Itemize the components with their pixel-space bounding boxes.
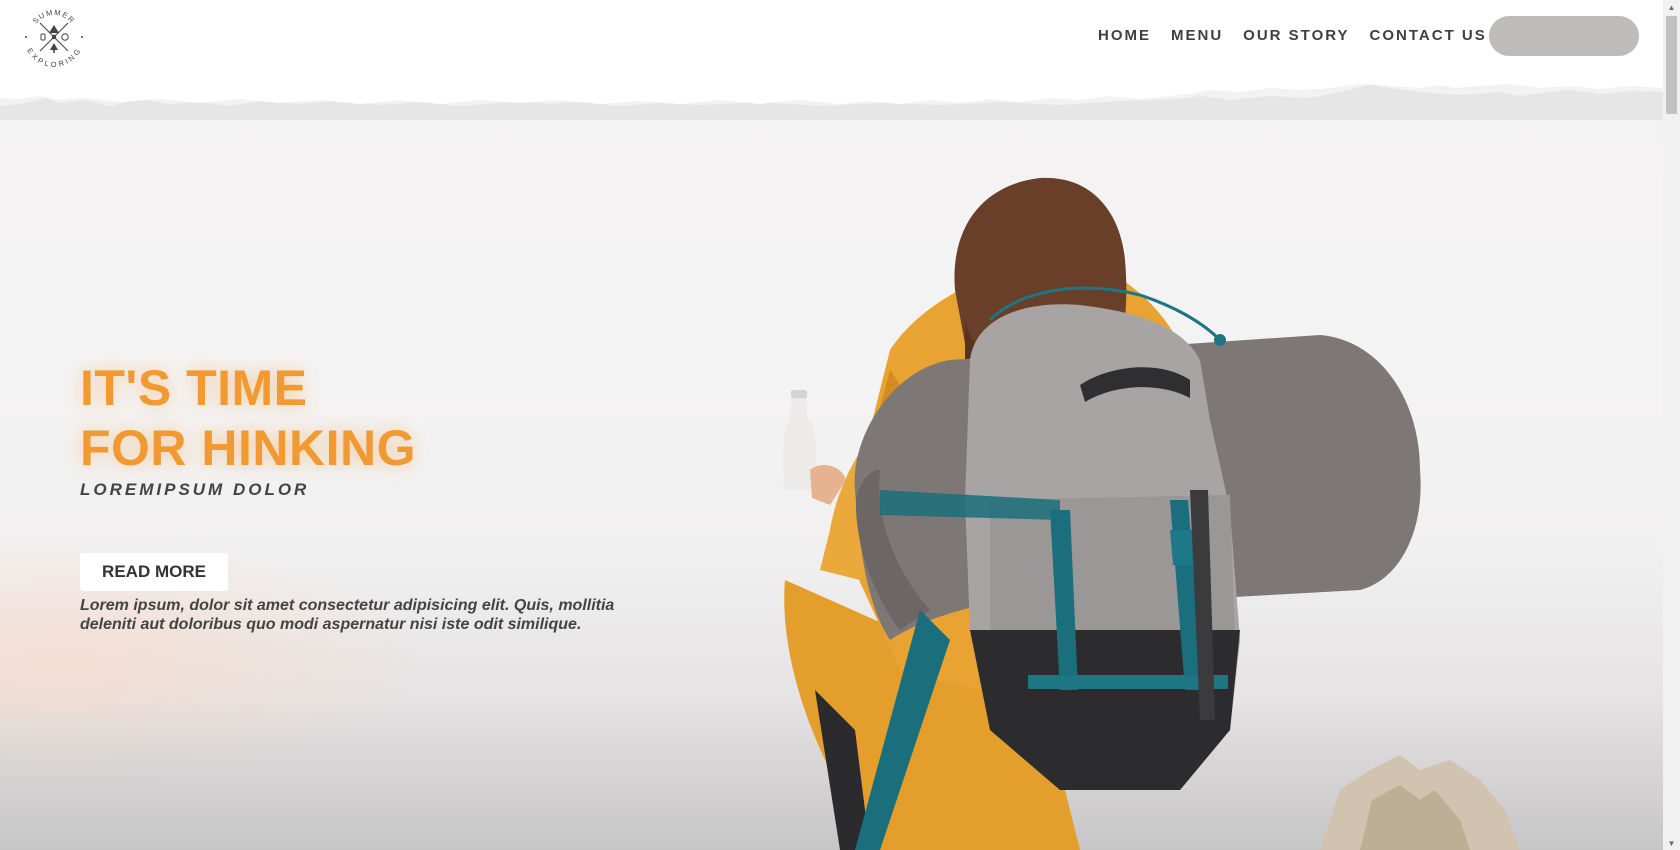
svg-text:SUMMER: SUMMER: [31, 8, 77, 26]
hero-headline-line-1: IT'S TIME: [80, 360, 308, 416]
main-nav: HOME MENU OUR STORY CONTACT US: [1098, 27, 1487, 44]
nav-menu[interactable]: MENU: [1171, 27, 1223, 44]
nav-contact-us[interactable]: CONTACT US: [1370, 27, 1487, 44]
arrow-up-icon[interactable]: ▲: [1663, 0, 1680, 14]
hero-description: Lorem ipsum, dolor sit amet consectetur …: [80, 597, 615, 633]
summer-exploring-badge-icon[interactable]: SUMMER EXPLORING: [22, 5, 86, 69]
nav-pill-button[interactable]: [1489, 16, 1639, 56]
header-torn-edge: [0, 0, 1663, 120]
scrollbar-thumb[interactable]: [1666, 16, 1677, 114]
nav-our-story[interactable]: OUR STORY: [1243, 27, 1349, 44]
logo-text-top: SUMMER: [31, 8, 76, 26]
hero-headline-line-2: FOR HINKING: [80, 420, 417, 476]
hero-headline: IT'S TIME FOR HINKING: [80, 358, 416, 478]
hero-subheading: LOREMIPSUM DOLOR: [80, 480, 310, 499]
arrow-down-icon[interactable]: ▼: [1663, 836, 1680, 850]
page: SUMMER EXPLORING HOME MENU OUR STORY CON…: [0, 0, 1663, 850]
hiker-photo: [783, 177, 1520, 850]
nav-home[interactable]: HOME: [1098, 27, 1151, 44]
read-more-button[interactable]: READ MORE: [80, 553, 228, 591]
vertical-scrollbar[interactable]: ▲ ▼: [1663, 0, 1680, 850]
